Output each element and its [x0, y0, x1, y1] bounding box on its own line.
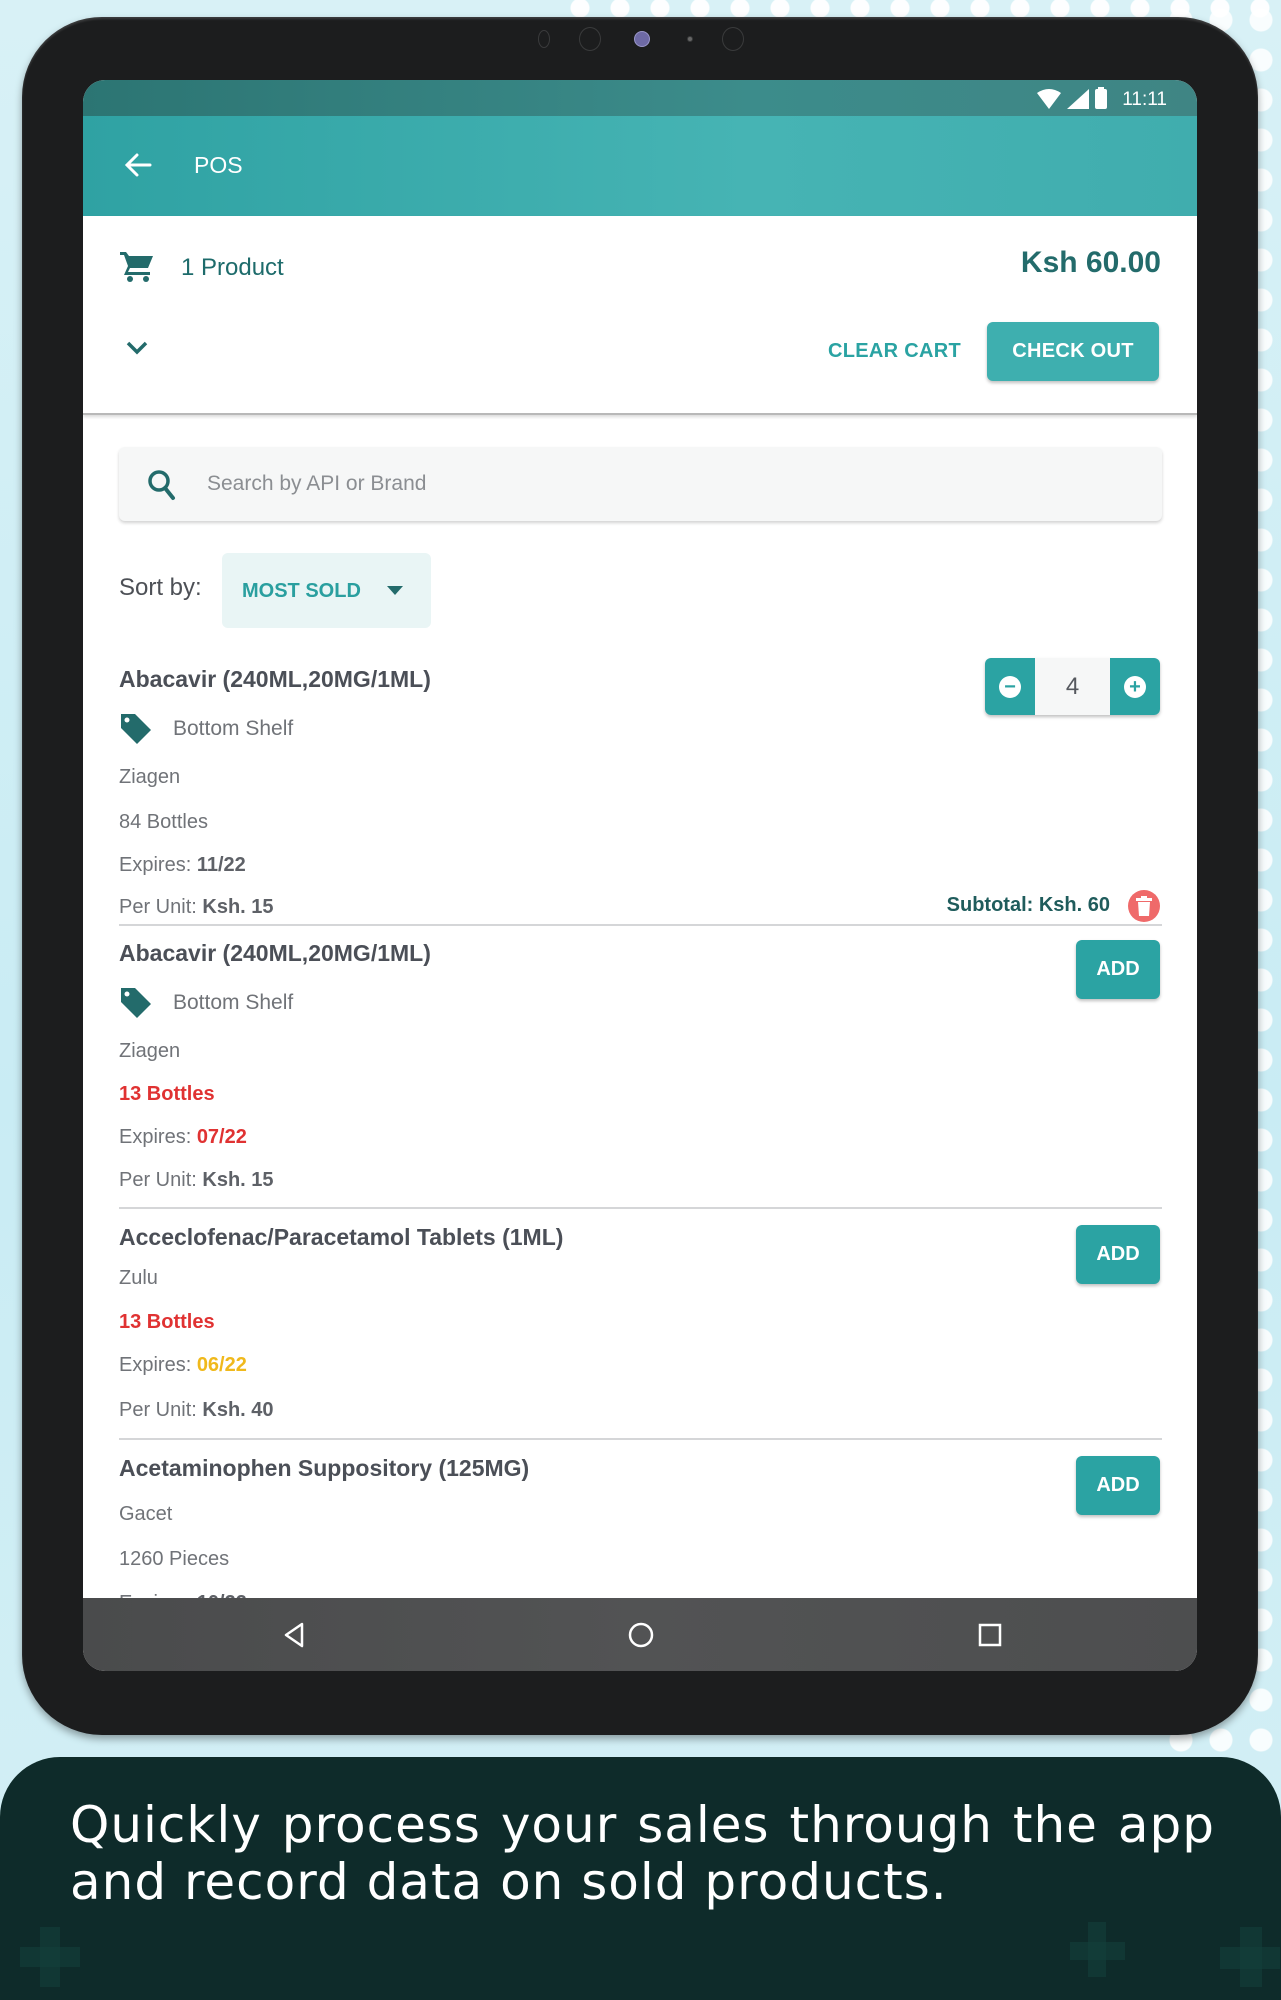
- product-unit-price: Per Unit: Ksh. 40: [119, 1399, 274, 1422]
- device-screen: 11:11 POS 1 Product Ksh 60.00 CLEAR CART…: [83, 80, 1197, 1671]
- product-name: Abacavir (240ML,20MG/1ML): [119, 666, 431, 692]
- product-expiry: Expires: 06/22: [119, 1354, 247, 1377]
- arrow-left-icon[interactable]: [123, 150, 153, 180]
- page-title: POS: [194, 152, 243, 178]
- decrement-button[interactable]: −: [985, 658, 1035, 715]
- product-brand: Ziagen: [119, 766, 181, 788]
- product-expiry: Expires: 11/22: [119, 854, 246, 877]
- shelf-label: Bottom Shelf: [173, 991, 294, 1014]
- cart-summary: 1 Product Ksh 60.00 CLEAR CART CHECK OUT: [83, 216, 1197, 415]
- product-unit-price: Per Unit: Ksh. 15: [119, 1169, 274, 1192]
- nav-recents-icon[interactable]: [975, 1620, 1005, 1650]
- sort-selected: MOST SOLD: [242, 580, 361, 602]
- wifi-icon: [1037, 89, 1061, 109]
- unit-price-value: Ksh. 15: [202, 896, 274, 918]
- product-name: Abacavir (240ML,20MG/1ML): [119, 940, 431, 966]
- product-brand: Zulu: [119, 1267, 158, 1289]
- increment-button[interactable]: +: [1110, 658, 1160, 715]
- check-out-button[interactable]: CHECK OUT: [987, 322, 1159, 381]
- delete-button[interactable]: [1128, 890, 1160, 922]
- product-stock: 1260 Pieces: [119, 1548, 230, 1570]
- battery-icon: [1095, 87, 1107, 109]
- expires-value: 06/22: [196, 1354, 247, 1376]
- app-bar: POS: [83, 116, 1197, 216]
- plus-decoration: [1088, 1922, 1106, 1977]
- status-bar: 11:11: [83, 80, 1197, 116]
- unit-price-value: Ksh. 15: [202, 1169, 274, 1191]
- product-brand: Ziagen: [119, 1040, 181, 1062]
- add-button[interactable]: ADD: [1076, 1456, 1160, 1515]
- search-icon: [148, 470, 175, 500]
- nav-home-icon[interactable]: [626, 1620, 656, 1650]
- search-box: [119, 447, 1162, 521]
- tablet-frame: 11:11 POS 1 Product Ksh 60.00 CLEAR CART…: [22, 17, 1258, 1735]
- expires-value: 07/22: [196, 1126, 247, 1148]
- sort-label: Sort by:: [119, 574, 202, 601]
- add-button[interactable]: ADD: [1076, 1225, 1160, 1284]
- minus-icon: −: [999, 675, 1021, 698]
- sort-dropdown[interactable]: MOST SOLD: [222, 553, 431, 628]
- product-stock: 84 Bottles: [119, 811, 208, 833]
- unit-label: Per Unit:: [119, 1399, 197, 1421]
- clear-cart-button[interactable]: CLEAR CART: [828, 340, 961, 363]
- system-nav-bar: [83, 1598, 1197, 1671]
- product-unit-price: Per Unit: Ksh. 15: [119, 896, 274, 919]
- status-time: 11:11: [1122, 89, 1167, 110]
- plus-icon: +: [1124, 675, 1146, 698]
- product-name: Acceclofenac/Paracetamol Tablets (1ML): [119, 1224, 564, 1250]
- tag-icon: [121, 714, 151, 744]
- quantity-stepper: − 4 +: [985, 658, 1160, 715]
- subtotal: Subtotal: Ksh. 60: [946, 894, 1110, 916]
- tag-icon: [121, 988, 151, 1018]
- status-icons: [1037, 87, 1107, 109]
- search-input[interactable]: [207, 465, 1107, 503]
- caption-text: Quickly process your sales through the a…: [70, 1796, 1215, 1911]
- sensor-icon: [687, 36, 693, 42]
- product-brand: Gacet: [119, 1503, 173, 1525]
- expires-label: Expires:: [119, 854, 192, 876]
- shelf-location: Bottom Shelf: [119, 986, 293, 1020]
- product-item: Acceclofenac/Paracetamol Tablets (1ML) Z…: [119, 1209, 1162, 1440]
- product-item: Abacavir (240ML,20MG/1ML) Bottom Shelf Z…: [119, 650, 1162, 926]
- trash-icon: [1136, 896, 1152, 916]
- plus-decoration: [40, 1927, 60, 1987]
- product-item: Abacavir (240ML,20MG/1ML) Bottom Shelf Z…: [119, 926, 1162, 1209]
- expires-label: Expires:: [119, 1126, 192, 1148]
- cart-count: 1 Product: [181, 254, 284, 281]
- unit-price-value: Ksh. 40: [202, 1399, 274, 1421]
- camera-icon: [579, 27, 601, 51]
- unit-label: Per Unit:: [119, 896, 197, 918]
- product-stock: 13 Bottles: [119, 1083, 215, 1105]
- camera-icon: [722, 27, 744, 51]
- nav-back-icon[interactable]: [280, 1620, 310, 1650]
- product-name: Acetaminophen Suppository (125MG): [119, 1455, 530, 1481]
- expires-value: 11/22: [196, 854, 246, 876]
- shelf-label: Bottom Shelf: [173, 717, 294, 740]
- camera-lens-icon: [634, 31, 650, 47]
- chevron-down-icon[interactable]: [126, 341, 148, 355]
- product-expiry: Expires: 07/22: [119, 1126, 247, 1149]
- cart-total: Ksh 60.00: [1020, 246, 1161, 279]
- caption-panel: Quickly process your sales through the a…: [0, 1757, 1281, 2000]
- camera-icon: [538, 30, 550, 48]
- product-stock: 13 Bottles: [119, 1311, 215, 1333]
- cart-icon: [120, 252, 153, 282]
- shelf-location: Bottom Shelf: [119, 712, 293, 746]
- expires-label: Expires:: [119, 1354, 192, 1376]
- unit-label: Per Unit:: [119, 1169, 197, 1191]
- add-button[interactable]: ADD: [1076, 940, 1160, 999]
- signal-icon: [1067, 89, 1089, 109]
- quantity-value[interactable]: 4: [1035, 658, 1110, 715]
- plus-decoration: [1240, 1927, 1262, 1987]
- caret-down-icon: [387, 586, 403, 595]
